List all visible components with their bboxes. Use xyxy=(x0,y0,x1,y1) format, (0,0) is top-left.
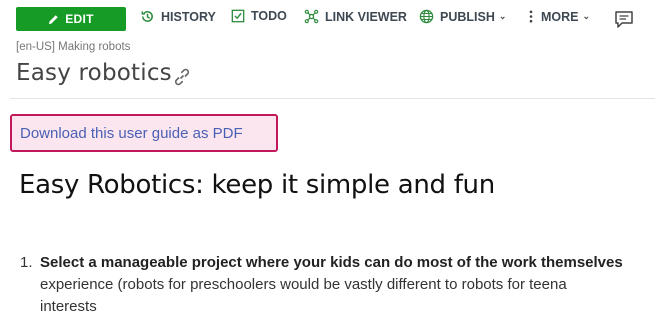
link-viewer-label: LINK VIEWER xyxy=(325,9,407,24)
todo-button[interactable]: TODO xyxy=(231,9,287,23)
list-item-bold: Select a manageable project where your k… xyxy=(40,254,623,271)
link-viewer-button[interactable]: LINK VIEWER xyxy=(304,9,407,24)
numbered-list: 1. Select a manageable project where you… xyxy=(20,252,655,318)
history-icon xyxy=(141,11,153,22)
history-button[interactable]: HISTORY xyxy=(140,9,216,24)
publish-label: PUBLISH xyxy=(440,9,495,24)
list-item-text: experience (robots for preschoolers woul… xyxy=(40,276,567,293)
more-icon xyxy=(529,10,533,23)
list-number: 1. xyxy=(20,254,33,271)
link-icon[interactable] xyxy=(172,67,192,87)
breadcrumb: [en-US] Making robots xyxy=(16,41,131,53)
globe-icon xyxy=(419,9,434,24)
checkbox-icon xyxy=(231,9,245,23)
comment-icon xyxy=(615,11,633,28)
pdf-download-box: Download this user guide as PDF xyxy=(10,114,278,152)
page-title: Easy robotics xyxy=(16,60,172,86)
more-label: MORE xyxy=(541,9,579,24)
edit-label: EDIT xyxy=(65,12,94,26)
publish-button[interactable]: PUBLISH ⌄ xyxy=(419,9,506,24)
list-item-text: interests xyxy=(40,298,97,315)
edit-button[interactable]: EDIT xyxy=(16,7,126,31)
chevron-down-icon: ⌄ xyxy=(498,11,507,21)
content-heading: Easy Robotics: keep it simple and fun xyxy=(19,170,495,200)
more-button[interactable]: MORE ⌄ xyxy=(527,9,590,24)
pdf-download-link[interactable]: Download this user guide as PDF xyxy=(20,125,243,142)
list-item: 1. Select a manageable project where you… xyxy=(20,252,655,318)
todo-label: TODO xyxy=(251,9,287,23)
pencil-icon xyxy=(49,14,58,24)
network-icon xyxy=(304,9,319,24)
chevron-down-icon: ⌄ xyxy=(582,11,591,21)
divider xyxy=(10,98,655,99)
history-label: HISTORY xyxy=(161,9,216,24)
comment-button[interactable] xyxy=(614,10,640,29)
